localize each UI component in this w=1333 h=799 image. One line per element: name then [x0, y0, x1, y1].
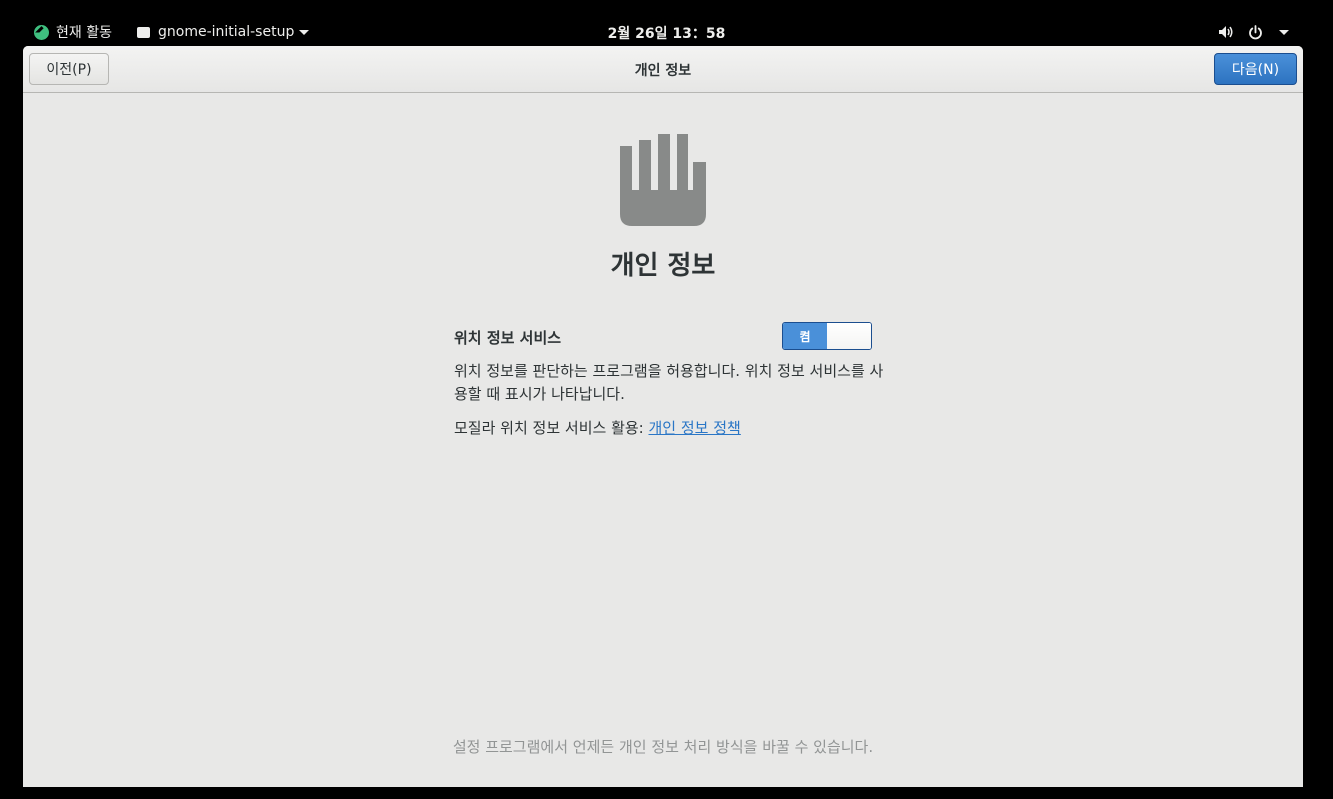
power-icon — [1248, 24, 1263, 40]
next-button[interactable]: 다음(N) — [1214, 53, 1297, 85]
location-services-switch[interactable]: 켬 — [782, 322, 872, 350]
clock-label[interactable]: 2월 26일 13：58 — [608, 26, 726, 42]
chevron-down-icon — [1277, 29, 1289, 35]
window-title: 개인 정보 — [634, 63, 692, 79]
volume-icon — [1218, 25, 1234, 39]
window-icon — [137, 26, 150, 38]
activities-button[interactable]: 현재 활동 — [34, 22, 112, 42]
header-bar: 이전(P) 개인 정보 다음(N) — [23, 46, 1303, 93]
system-status-menu[interactable] — [1204, 22, 1289, 42]
previous-button[interactable]: 이전(P) — [29, 53, 109, 85]
mozilla-location-note: 모질라 위치 정보 서비스 활용: 개인 정보 정책 — [454, 417, 741, 438]
hand-stop-icon — [620, 134, 706, 226]
initial-setup-window: 이전(P) 개인 정보 다음(N) 개인 정보 위치 정보 서비스 켬 위치 정… — [23, 46, 1303, 787]
switch-on-label: 켬 — [783, 323, 828, 349]
app-menu-label: gnome-initial-setup — [158, 24, 295, 40]
location-services-label: 위치 정보 서비스 — [454, 329, 562, 347]
gnome-logo-icon — [34, 24, 49, 40]
footer-note: 설정 프로그램에서 언제든 개인 정보 처리 방식을 바꿀 수 있습니다. — [452, 738, 874, 756]
app-menu[interactable]: gnome-initial-setup — [137, 22, 310, 42]
chevron-down-icon — [299, 29, 310, 35]
top-bar: 현재 활동 gnome-initial-setup 2월 26일 13：58 — [0, 0, 1333, 46]
privacy-policy-link[interactable]: 개인 정보 정책 — [649, 419, 741, 437]
location-services-description: 위치 정보를 판단하는 프로그램을 허용합니다. 위치 정보 서비스를 사용할 … — [454, 362, 884, 403]
page-heading: 개인 정보 — [610, 251, 716, 281]
activities-label: 현재 활동 — [56, 25, 112, 41]
switch-knob — [827, 323, 871, 349]
mozilla-note-text: 모질라 위치 정보 서비스 활용: — [454, 419, 649, 437]
